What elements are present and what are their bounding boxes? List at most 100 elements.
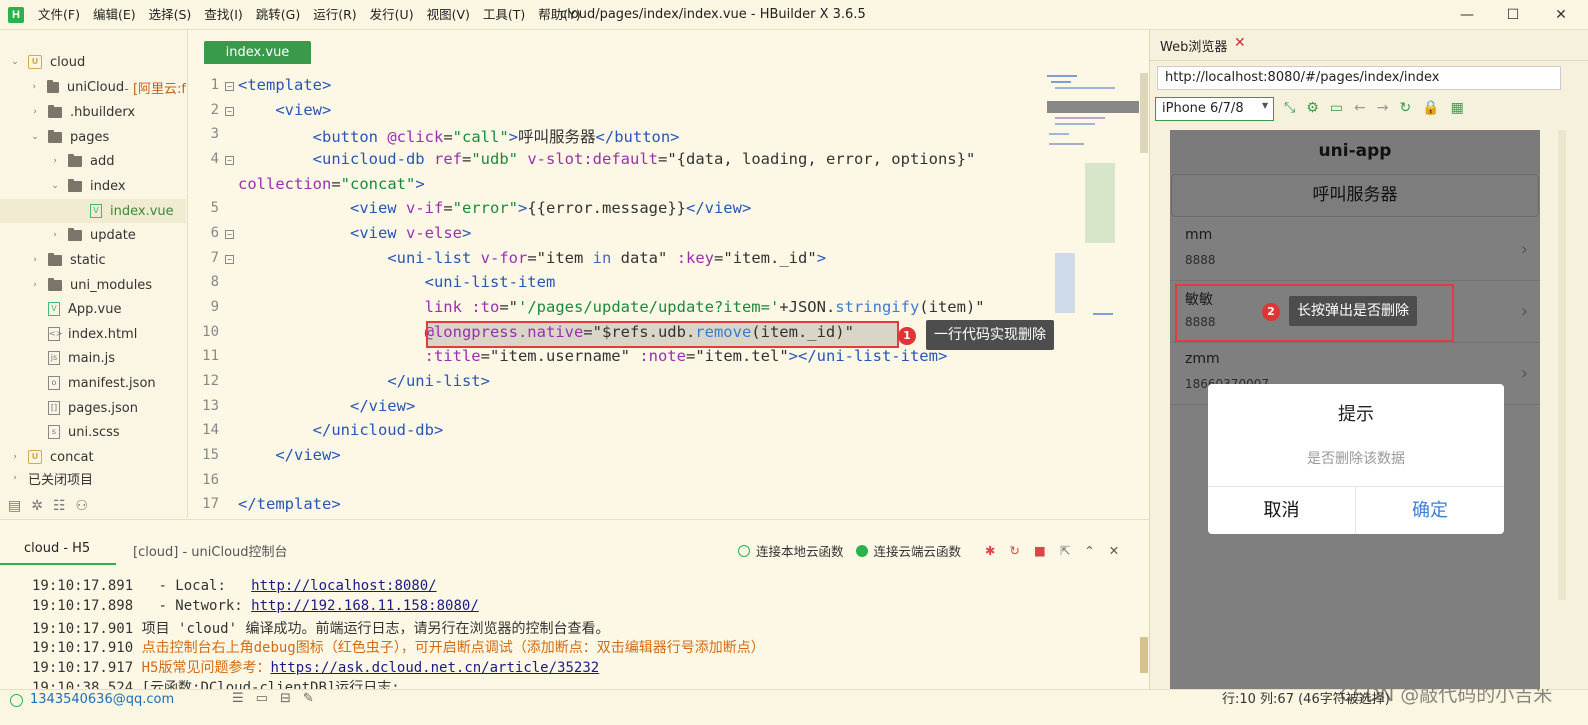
close-window-button[interactable]: ✕: [1538, 0, 1584, 30]
console-icon[interactable]: ▭: [1330, 100, 1343, 116]
tree-item-closed-projects[interactable]: › 已关闭项目: [0, 466, 186, 490]
line-number[interactable]: 4: [189, 151, 219, 167]
tab-web-browser[interactable]: Web浏览器: [1160, 36, 1227, 55]
line-number[interactable]: 2: [189, 102, 219, 118]
line-number[interactable]: 16: [189, 472, 219, 488]
lock-icon[interactable]: 🔒: [1422, 100, 1439, 116]
line-number[interactable]: 17: [189, 496, 219, 512]
line-number[interactable]: 7: [189, 250, 219, 266]
radio-cloud-icon[interactable]: [855, 544, 868, 557]
layout-icon[interactable]: ⊟: [280, 691, 291, 706]
tree-item-hbuilderx[interactable]: › .hbuilderx: [0, 100, 186, 124]
chevron-right-icon[interactable]: ›: [30, 107, 40, 117]
line-number[interactable]: 6: [189, 225, 219, 241]
tree-item-add[interactable]: › add: [0, 149, 186, 173]
editor-scrollbar[interactable]: [1140, 73, 1148, 153]
close-tab-icon[interactable]: ✕: [1234, 35, 1246, 51]
chevron-right-icon[interactable]: ›: [50, 156, 60, 166]
tree-item-index-vue[interactable]: Vindex.vue: [0, 199, 186, 223]
line-number[interactable]: 5: [189, 200, 219, 216]
tab-index-vue[interactable]: index.vue: [204, 41, 311, 64]
open-external-icon[interactable]: ⇱: [1060, 543, 1070, 558]
chevron-right-icon[interactable]: ›: [10, 473, 20, 483]
minimize-button[interactable]: —: [1444, 0, 1490, 30]
line-number[interactable]: 10: [189, 324, 219, 340]
collapse-icon[interactable]: ⌃: [1084, 543, 1094, 558]
tree-item-static[interactable]: › static: [0, 248, 186, 272]
cancel-button[interactable]: 取消: [1208, 487, 1355, 534]
stop-icon[interactable]: ■: [1034, 543, 1046, 558]
maximize-button[interactable]: ☐: [1490, 0, 1536, 30]
chevron-down-icon[interactable]: ⌄: [50, 181, 60, 191]
debug-plugin-icon[interactable]: ✲: [31, 498, 43, 514]
tree-item-app-vue[interactable]: V App.vue: [0, 297, 186, 321]
fold-minus-icon[interactable]: −: [225, 255, 234, 264]
terminal-icon[interactable]: ▭: [256, 691, 268, 706]
plugin-icon[interactable]: ⚇: [76, 498, 89, 514]
device-select[interactable]: iPhone 6/7/8: [1155, 97, 1274, 121]
forward-icon[interactable]: →: [1377, 100, 1389, 116]
list-item[interactable]: mm 8888 ›: [1170, 219, 1540, 281]
account-label[interactable]: 1343540636@qq.com: [30, 690, 174, 710]
tree-item-pages-json[interactable]: [] pages.json: [0, 396, 186, 420]
chevron-down-icon[interactable]: ⌄: [30, 132, 40, 142]
line-number[interactable]: 13: [189, 398, 219, 414]
fold-minus-icon[interactable]: −: [225, 107, 234, 116]
menu-goto[interactable]: 跳转(G): [256, 0, 300, 30]
local-url-link[interactable]: http://localhost:8080/: [251, 578, 436, 594]
menu-file[interactable]: 文件(F): [38, 0, 80, 30]
menu-find[interactable]: 查找(I): [204, 0, 242, 30]
line-number[interactable]: 15: [189, 447, 219, 463]
back-icon[interactable]: ←: [1354, 100, 1366, 116]
url-input[interactable]: http://localhost:8080/#/pages/index/inde…: [1157, 66, 1561, 90]
menu-publish[interactable]: 发行(U): [370, 0, 414, 30]
tree-item-uni-modules[interactable]: › uni_modules: [0, 273, 186, 297]
line-number[interactable]: 1: [189, 77, 219, 93]
menu-run[interactable]: 运行(R): [313, 0, 356, 30]
fold-minus-icon[interactable]: −: [225, 156, 234, 165]
line-number[interactable]: 8: [189, 274, 219, 290]
menu-select[interactable]: 选择(S): [149, 0, 192, 30]
line-number[interactable]: 3: [189, 126, 219, 142]
fold-minus-icon[interactable]: −: [225, 82, 234, 91]
code-editor[interactable]: 1 2 3 4 5 6 7 8 9 10 11 12 13 14 15 16 1…: [189, 66, 1149, 518]
minimap[interactable]: [1045, 73, 1140, 373]
console-tab-cloud-h5[interactable]: cloud - H5: [24, 541, 90, 556]
debug-bug-icon[interactable]: ✱: [985, 543, 995, 558]
menu-tools[interactable]: 工具(T): [483, 0, 525, 30]
chevron-right-icon[interactable]: ›: [10, 452, 20, 462]
line-number[interactable]: 11: [189, 348, 219, 364]
confirm-button[interactable]: 确定: [1356, 487, 1504, 534]
notes-icon[interactable]: ✎: [303, 691, 314, 706]
refresh-icon[interactable]: ↻: [1399, 100, 1411, 116]
qrcode-icon[interactable]: ▦: [1451, 100, 1464, 116]
restart-icon[interactable]: ↻: [1010, 543, 1020, 558]
tree-item-uni-scss[interactable]: s uni.scss: [0, 420, 186, 444]
tree-item-cloud[interactable]: ⌄ Ucloud: [0, 50, 186, 74]
network-url-link[interactable]: http://192.168.11.158:8080/: [251, 598, 479, 614]
tree-item-manifest-json[interactable]: o manifest.json: [0, 371, 186, 395]
call-server-button[interactable]: 呼叫服务器: [1171, 174, 1539, 217]
tree-item-index-html[interactable]: <> index.html: [0, 322, 186, 346]
chevron-right-icon[interactable]: ›: [50, 230, 60, 240]
settings-icon[interactable]: ⚙: [1306, 100, 1319, 116]
local-cloud-function-label[interactable]: 连接本地云函数: [756, 541, 844, 560]
tree-item-index[interactable]: ⌄ index: [0, 174, 186, 198]
chevron-down-icon[interactable]: ⌄: [10, 57, 20, 67]
fullscreen-icon[interactable]: ⤡: [1284, 100, 1295, 116]
line-number[interactable]: 12: [189, 373, 219, 389]
console-scrollbar[interactable]: [1140, 637, 1148, 673]
tree-item-update[interactable]: › update: [0, 223, 186, 247]
line-number[interactable]: 14: [189, 422, 219, 438]
tree-item-main-js[interactable]: js main.js: [0, 346, 186, 370]
project-manager-icon[interactable]: ▤: [8, 498, 21, 514]
chevron-right-icon[interactable]: ›: [30, 255, 40, 265]
list-icon[interactable]: ☰: [232, 691, 244, 706]
cloud-function-label[interactable]: 连接云端云函数: [874, 541, 962, 560]
menu-edit[interactable]: 编辑(E): [93, 0, 136, 30]
fold-minus-icon[interactable]: −: [225, 230, 234, 239]
tree-item-unicloud[interactable]: › uniCloud - [阿里云:f: [0, 75, 186, 99]
clear-icon[interactable]: ✕: [1109, 543, 1119, 558]
console-tab-unicloud[interactable]: [cloud] - uniCloud控制台: [133, 541, 288, 560]
outline-icon[interactable]: ☷: [53, 498, 66, 514]
